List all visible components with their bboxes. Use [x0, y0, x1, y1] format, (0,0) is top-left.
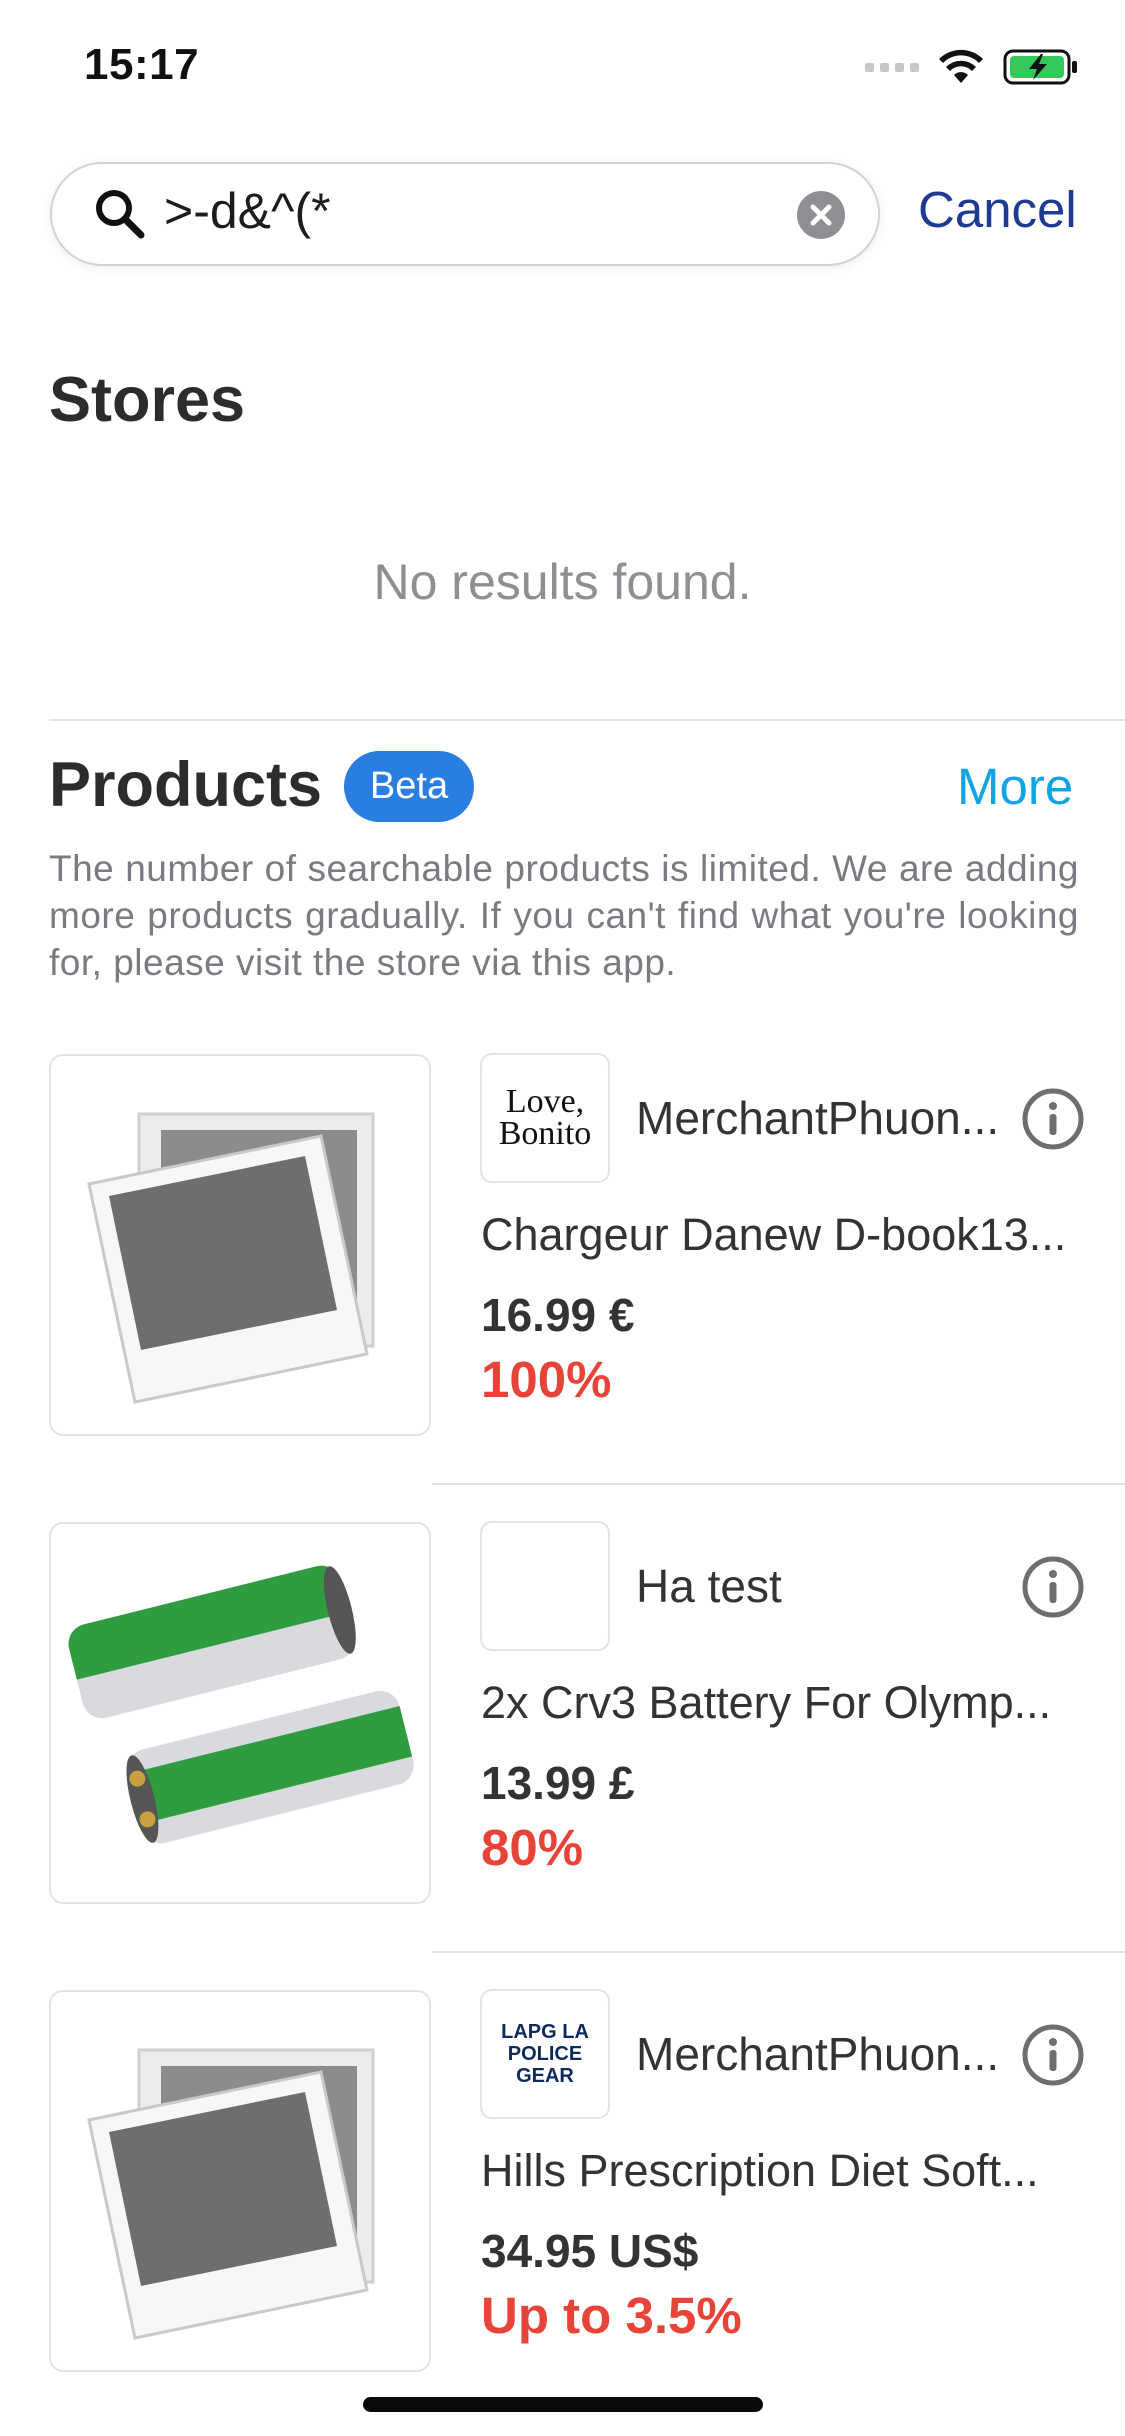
stores-heading: Stores — [49, 365, 246, 435]
info-icon[interactable] — [1022, 1556, 1084, 1618]
merchant-logo: Love, Bonito — [480, 1053, 610, 1183]
merchant-name: MerchantPhuon... — [636, 1092, 1000, 1144]
cancel-button[interactable]: Cancel — [918, 180, 1077, 239]
more-button[interactable]: More — [957, 757, 1073, 816]
product-name[interactable]: Hills Prescription Diet Soft... — [481, 2145, 1039, 2197]
info-icon[interactable] — [1022, 2024, 1084, 2086]
products-description: The number of searchable products is lim… — [49, 848, 1079, 983]
clear-search-icon[interactable] — [796, 190, 846, 240]
cellular-signal-icon — [865, 62, 919, 72]
product-name[interactable]: 2x Crv3 Battery For Olymp... — [481, 1677, 1051, 1729]
wifi-icon — [939, 49, 983, 83]
product-image-placeholder[interactable] — [49, 1054, 431, 1436]
product-price: 16.99 € — [481, 1289, 635, 1341]
cashback-rate: 80% — [481, 1819, 584, 1876]
product-price: 13.99 £ — [481, 1757, 635, 1809]
product-price: 34.95 US$ — [481, 2225, 699, 2277]
stores-empty-text: No results found. — [373, 554, 752, 610]
image-placeholder-icon — [87, 1112, 375, 1404]
battery-charging-icon — [1003, 49, 1077, 85]
status-time: 15:17 — [84, 40, 200, 89]
merchant-name: Ha test — [636, 1560, 782, 1612]
search-icon — [96, 190, 145, 239]
search-query[interactable]: >-d&^(* — [164, 182, 331, 240]
beta-badge: Beta — [344, 751, 474, 822]
image-placeholder-icon — [87, 2048, 375, 2340]
row-divider — [432, 1951, 1125, 1953]
status-icons — [865, 46, 1079, 88]
home-indicator[interactable] — [363, 2397, 763, 2412]
merchant-logo-text: Love, Bonito — [498, 1083, 592, 1152]
merchant-logo: LAPG LA POLICE GEAR — [480, 1989, 610, 2119]
merchant-logo — [480, 1521, 610, 1651]
info-icon[interactable] — [1022, 1088, 1084, 1150]
merchant-name: MerchantPhuon... — [636, 2028, 1000, 2080]
product-name[interactable]: Chargeur Danew D-book13... — [481, 1209, 1066, 1261]
cashback-rate: Up to 3.5% — [481, 2287, 742, 2344]
row-divider — [432, 1483, 1125, 1485]
products-heading: Products — [49, 750, 323, 820]
battery-product-image — [68, 1565, 414, 1844]
product-image[interactable] — [49, 1522, 431, 1904]
product-image-placeholder[interactable] — [49, 1990, 431, 2372]
cashback-rate: 100% — [481, 1351, 612, 1408]
section-divider — [49, 719, 1125, 721]
merchant-logo-text: LAPG LA POLICE GEAR — [501, 2021, 589, 2087]
